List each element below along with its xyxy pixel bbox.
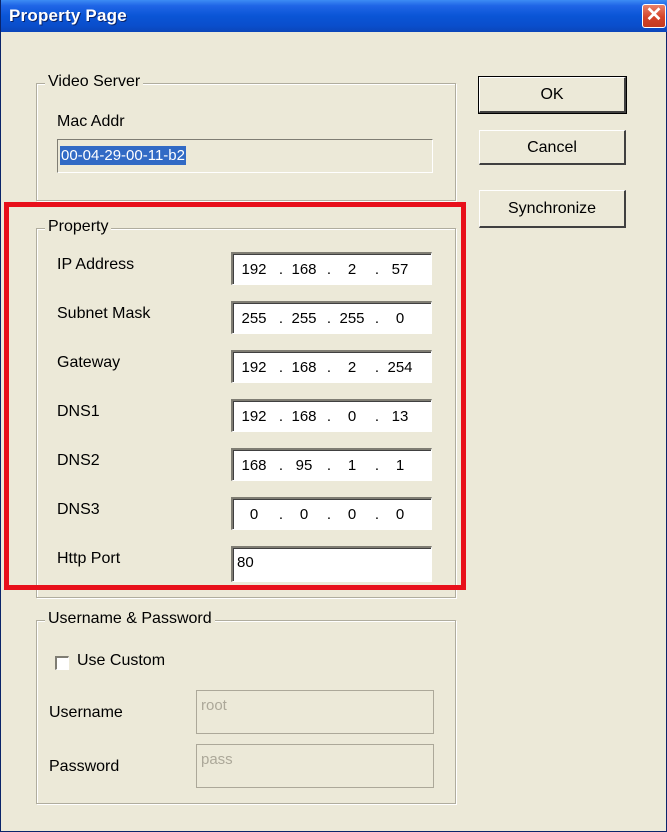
mac-addr-label: Mac Addr [57,113,125,130]
credentials-legend: Username & Password [45,610,215,628]
video-server-legend: Video Server [45,73,144,91]
use-custom-label[interactable]: Use Custom [77,652,165,670]
ok-button[interactable]: OK [478,76,627,114]
title-bar[interactable]: Property Page ✕ [1,0,667,32]
password-label: Password [49,758,120,775]
cancel-button[interactable]: Cancel [479,130,626,165]
window-title: Property Page [9,6,127,25]
username-label: Username [49,704,123,721]
synchronize-button[interactable]: Synchronize [479,190,626,228]
mac-addr-field[interactable]: 00-04-29-00-11-b2 [57,139,433,173]
username-input[interactable]: root [196,690,434,734]
highlight-box [4,202,466,590]
mac-addr-value: 00-04-29-00-11-b2 [60,146,186,165]
close-icon[interactable]: ✕ [642,4,666,28]
use-custom-checkbox[interactable] [55,656,69,670]
property-page-dialog: Property Page ✕ Video Server Mac Addr 00… [0,0,667,832]
password-input[interactable]: pass [196,744,434,788]
